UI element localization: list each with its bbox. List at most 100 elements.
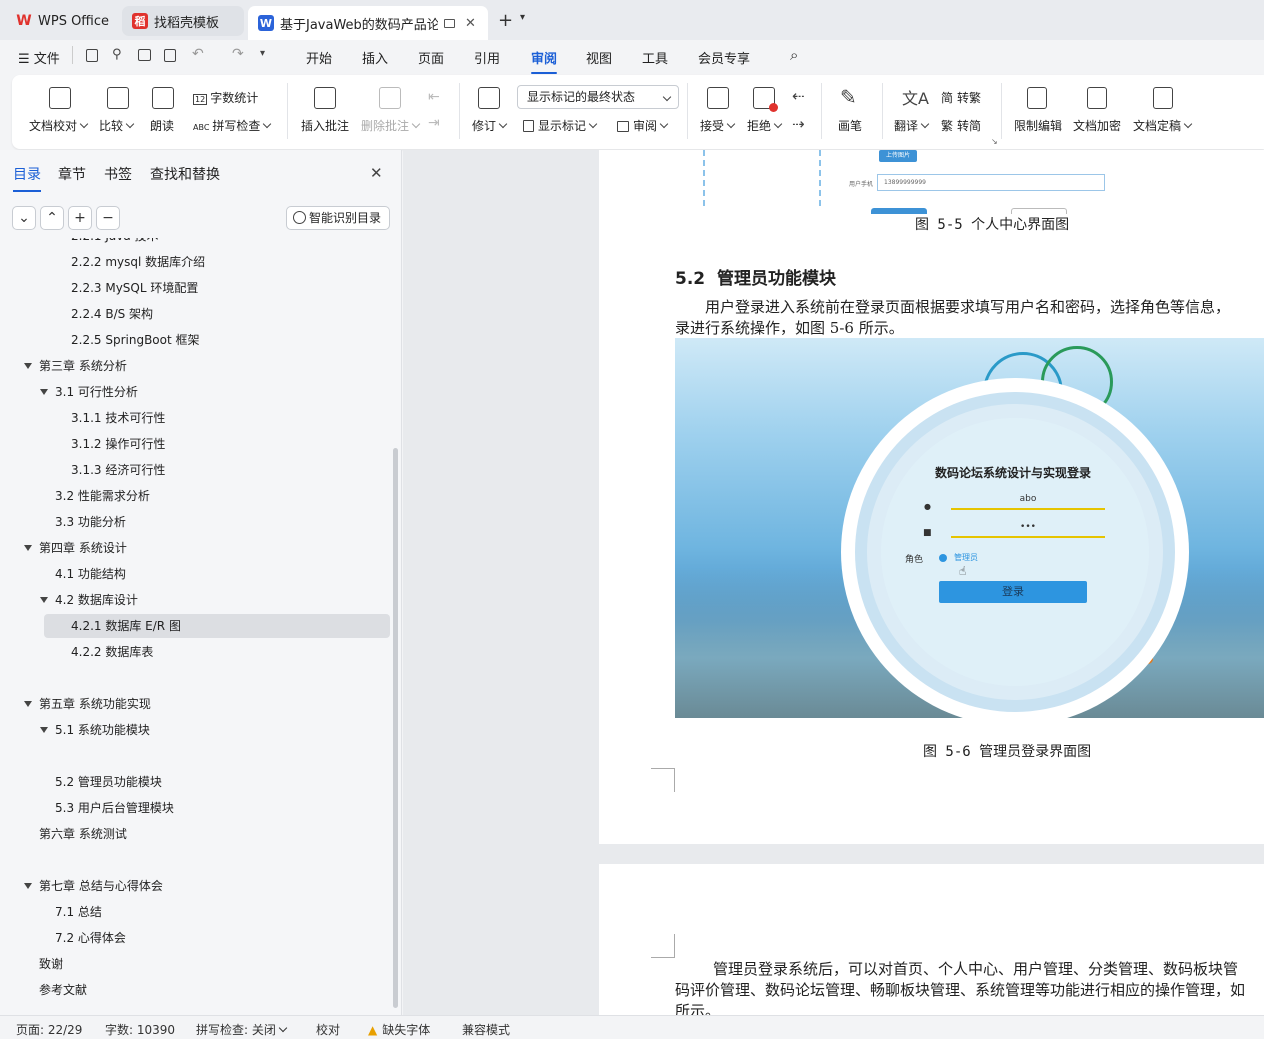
toc-item[interactable]: 第三章 系统分析 [0,354,390,378]
menu-membership[interactable]: 会员专享 [698,48,750,67]
menu-reference[interactable]: 引用 [474,48,500,67]
tab-chapters[interactable]: 章节 [58,164,86,184]
toc-item[interactable]: 7.2 心得体会 [0,926,390,950]
toc-item[interactable]: 2.2.3 MySQL 环境配置 [0,276,390,300]
tab-list-chevron-icon[interactable]: ▾ [520,12,525,23]
expand-triangle-icon[interactable] [40,727,48,733]
monitor-icon[interactable] [444,18,455,28]
tab-wps-office[interactable]: W WPS Office [6,6,118,36]
toc-item[interactable]: 4.2.1 数据库 E/R 图 [44,614,390,638]
toc-item[interactable]: 第七章 总结与心得体会 [0,874,390,898]
to-simplified-button[interactable]: 繁转简 [941,117,981,134]
translate-button[interactable]: 翻译 [894,117,930,134]
smart-toc-button[interactable]: 智能识别目录 [286,206,390,230]
track-changes-button[interactable]: 修订 [472,117,508,134]
new-tab-icon[interactable]: + [498,10,513,31]
toc-item[interactable]: 3.1 可行性分析 [0,380,390,404]
toc-item[interactable]: 第四章 系统设计 [0,536,390,560]
toc-item[interactable] [0,848,390,872]
menu-review[interactable]: 审阅 [531,48,558,74]
expand-triangle-icon[interactable] [40,389,48,395]
compare-button[interactable]: 比较 [99,117,135,134]
tab-toc[interactable]: 目录 [13,164,41,192]
next-comment-icon[interactable]: ⇥ [428,115,440,131]
toc-item[interactable]: 3.2 性能需求分析 [0,484,390,508]
expand-triangle-icon[interactable] [24,363,32,369]
read-aloud-button[interactable]: 朗读 [150,117,174,134]
add-heading-button[interactable]: + [68,206,92,230]
menu-page[interactable]: 页面 [418,48,444,67]
spell-check-status[interactable]: 拼写检查: 关闭 [196,1021,288,1038]
toc-item[interactable]: 致谢 [0,952,390,976]
accept-button[interactable]: 接受 [700,117,736,134]
previous-change-icon[interactable]: ⇠ [792,87,805,105]
toc-scrollbar[interactable] [393,448,398,1008]
share-icon[interactable]: ⚲ [112,47,122,62]
dialog-launcher-icon[interactable]: ↘ [991,137,998,146]
spell-check-button[interactable]: ABC 拼写检查 [193,117,272,134]
toc-item[interactable] [0,744,390,768]
toc-item[interactable]: 参考文献 [0,978,390,1002]
word-count-button[interactable]: 12 字数统计 [193,89,258,106]
file-menu[interactable]: ☰ 文件 [18,48,60,67]
word-count[interactable]: 字数: 10390 [105,1021,175,1038]
expand-triangle-icon[interactable] [24,701,32,707]
proofread-status[interactable]: 校对 [316,1021,340,1038]
toc-item[interactable]: 2.2.1 Java 技术 [0,238,390,248]
print-preview-icon[interactable] [164,49,176,62]
menu-tools[interactable]: 工具 [642,48,668,67]
insert-comment-button[interactable]: 插入批注 [301,117,349,134]
expand-triangle-icon[interactable] [40,597,48,603]
menu-view[interactable]: 视图 [586,48,612,67]
previous-comment-icon[interactable]: ⇤ [428,89,440,105]
toc-item[interactable]: 3.1.1 技术可行性 [0,406,390,430]
toc-item[interactable]: 2.2.4 B/S 架构 [0,302,390,326]
to-traditional-button[interactable]: 简转繁 [941,89,981,106]
toc-item[interactable]: 5.3 用户后台管理模块 [0,796,390,820]
tab-template[interactable]: 稻 找稻壳模板 [122,6,244,36]
show-markup-button[interactable]: 显示标记 [523,117,598,134]
toc-item[interactable]: 3.1.2 操作可行性 [0,432,390,456]
undo-icon[interactable]: ↶ [192,46,204,62]
expand-chevron-icon[interactable]: ⌃ [40,206,64,230]
tab-document[interactable]: W 基于JavaWeb的数码产品论坛 ✕ [248,6,488,40]
tab-bookmarks[interactable]: 书签 [104,164,132,184]
toc-item[interactable]: 7.1 总结 [0,900,390,924]
expand-triangle-icon[interactable] [24,545,32,551]
save-icon[interactable] [86,49,98,62]
doc-check-button[interactable]: 文档校对 [29,117,89,134]
more-chevron-icon[interactable]: ▾ [260,48,265,59]
menu-start[interactable]: 开始 [306,48,332,67]
toc-item[interactable] [0,666,390,690]
review-pane-button[interactable]: 审阅 [617,117,669,134]
search-icon[interactable]: ⌕ [790,46,798,64]
toc-item[interactable]: 第六章 系统测试 [0,822,390,846]
toc-item[interactable]: 4.1 功能结构 [0,562,390,586]
pen-button[interactable]: 画笔 [838,117,862,134]
remove-heading-button[interactable]: − [96,206,120,230]
toc-item[interactable]: 5.1 系统功能模块 [0,718,390,742]
close-tab-icon[interactable]: ✕ [465,16,476,31]
toc-item[interactable]: 4.2 数据库设计 [0,588,390,612]
close-pane-icon[interactable]: ✕ [370,164,383,182]
toc-item[interactable]: 3.1.3 经济可行性 [0,458,390,482]
delete-comment-button[interactable]: 删除批注 [361,117,421,134]
reject-button[interactable]: 拒绝 [747,117,783,134]
toc-item[interactable]: 4.2.2 数据库表 [0,640,390,664]
menu-insert[interactable]: 插入 [362,48,388,67]
markup-state-select[interactable]: 显示标记的最终状态 [517,85,679,109]
collapse-chevron-icon[interactable]: ⌄ [12,206,36,230]
missing-font-status[interactable]: ▲ 缺失字体 [368,1021,430,1038]
toc-item[interactable]: 2.2.2 mysql 数据库介绍 [0,250,390,274]
encrypt-button[interactable]: 文档加密 [1073,117,1121,134]
expand-triangle-icon[interactable] [24,883,32,889]
tab-find-replace[interactable]: 查找和替换 [150,164,220,184]
page-indicator[interactable]: 页面: 22/29 [16,1021,82,1038]
finalize-button[interactable]: 文档定稿 [1133,117,1193,134]
redo-icon[interactable]: ↷ [232,46,244,62]
toc-item[interactable]: 5.2 管理员功能模块 [0,770,390,794]
next-change-icon[interactable]: ⇢ [792,115,805,133]
toc-item[interactable]: 3.3 功能分析 [0,510,390,534]
restrict-edit-button[interactable]: 限制编辑 [1014,117,1062,134]
toc-item[interactable]: 2.2.5 SpringBoot 框架 [0,328,390,352]
